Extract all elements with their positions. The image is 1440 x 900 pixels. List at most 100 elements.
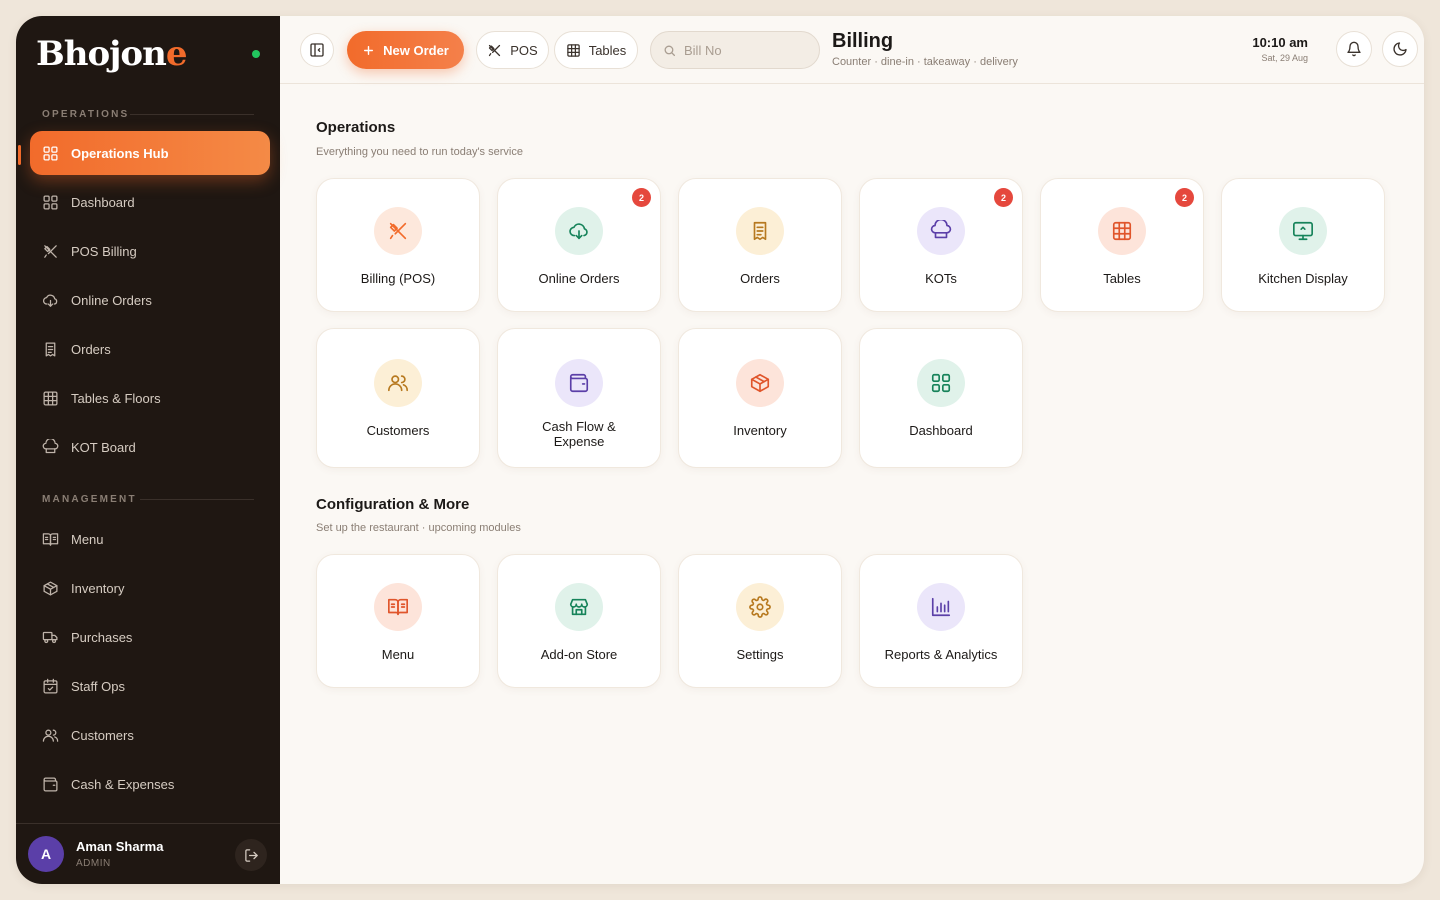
sidebar-item-inventory[interactable]: Inventory xyxy=(30,566,270,610)
page-title: Billing xyxy=(832,30,894,52)
tile-label: Online Orders xyxy=(538,271,620,286)
box-icon xyxy=(43,580,58,596)
tile-icon-wrap xyxy=(736,207,784,255)
tile-billing-pos[interactable]: Billing (POS) xyxy=(316,178,480,312)
grid-icon xyxy=(43,194,58,210)
tile-label: Cash Flow & Expense xyxy=(542,419,616,449)
app-window: Bhojone OPERATIONS Operations Hub Dashboa… xyxy=(16,16,1424,884)
panel-left-icon xyxy=(310,43,324,57)
tile-icon-wrap xyxy=(555,207,603,255)
config-title: Configuration & More xyxy=(316,496,470,513)
tile-label: Customers xyxy=(366,423,430,438)
clock-time: 10:10 am xyxy=(1252,35,1308,50)
new-order-button[interactable]: New Order xyxy=(347,31,464,69)
sidebar-item-label: Inventory xyxy=(71,580,125,596)
sidebar-item-purchases[interactable]: Purchases xyxy=(30,615,270,659)
tile-icon-wrap xyxy=(736,583,784,631)
tile-menu[interactable]: Menu xyxy=(316,554,480,688)
tile-icon-wrap xyxy=(374,359,422,407)
sidebar-item-operations-hub[interactable]: Operations Hub xyxy=(30,131,270,175)
new-order-label: New Order xyxy=(383,42,449,58)
sidebar-item-menu[interactable]: Menu xyxy=(30,517,270,561)
sidebar-item-staff-ops[interactable]: Staff Ops xyxy=(30,664,270,708)
sidebar-item-label: POS Billing xyxy=(71,243,137,259)
logout-icon xyxy=(244,848,258,862)
gear-icon xyxy=(749,596,771,618)
tile-label: Kitchen Display xyxy=(1258,271,1348,286)
bill-search-input[interactable] xyxy=(684,42,804,58)
sidebar-item-label: KOT Board xyxy=(71,439,136,455)
operations-section-label: OPERATIONS xyxy=(42,109,130,120)
tile-label: Reports & Analytics xyxy=(884,647,998,662)
tile-icon-wrap xyxy=(736,359,784,407)
notifications-button[interactable] xyxy=(1336,31,1372,67)
pos-button[interactable]: POS xyxy=(476,31,549,69)
tile-icon-wrap xyxy=(555,359,603,407)
sidebar-item-customers[interactable]: Customers xyxy=(30,713,270,757)
utensils-icon xyxy=(489,44,501,56)
bell-icon xyxy=(1347,41,1361,57)
chef-hat-icon xyxy=(930,220,952,239)
tile-kots[interactable]: KOTs 2 xyxy=(859,178,1023,312)
sidebar-item-label: Cash & Expenses xyxy=(71,776,175,792)
notification-badge: 2 xyxy=(632,188,651,207)
tile-tables[interactable]: Tables 2 xyxy=(1040,178,1204,312)
calendar-icon xyxy=(43,678,58,694)
avatar[interactable]: A xyxy=(28,836,64,872)
tile-cash-flow-expense[interactable]: Cash Flow & Expense xyxy=(497,328,661,468)
sidebar-item-label: Menu xyxy=(71,531,104,547)
sidebar-item-label: Dashboard xyxy=(71,194,135,210)
table-icon xyxy=(1112,221,1132,241)
brand-logo[interactable]: Bhojone xyxy=(36,32,187,76)
tile-inventory[interactable]: Inventory xyxy=(678,328,842,468)
table-icon xyxy=(43,390,58,406)
sidebar-item-online-orders[interactable]: Online Orders xyxy=(30,278,270,322)
tile-kitchen-display[interactable]: Kitchen Display xyxy=(1221,178,1385,312)
tile-settings[interactable]: Settings xyxy=(678,554,842,688)
tables-button[interactable]: Tables xyxy=(554,31,638,69)
sidebar-item-kot-board[interactable]: KOT Board xyxy=(30,425,270,469)
user-role: ADMIN xyxy=(76,858,111,869)
wallet-icon xyxy=(43,776,58,792)
tile-label: Dashboard xyxy=(909,423,973,438)
tile-icon-wrap xyxy=(555,583,603,631)
operations-title: Operations xyxy=(316,119,396,136)
book-icon xyxy=(42,532,59,546)
tile-online-orders[interactable]: Online Orders 2 xyxy=(497,178,661,312)
user-panel: A Aman Sharma ADMIN xyxy=(16,823,280,884)
divider xyxy=(140,499,254,500)
search-icon xyxy=(664,45,676,56)
tile-orders[interactable]: Orders xyxy=(678,178,842,312)
tile-icon-wrap xyxy=(1279,207,1327,255)
sidebar-item-dashboard[interactable]: Dashboard xyxy=(30,180,270,224)
tile-label: KOTs xyxy=(925,271,957,286)
pos-label: POS xyxy=(510,42,538,58)
clock-date: Sat, 29 Aug xyxy=(1261,53,1308,63)
box-icon xyxy=(750,373,770,393)
sidebar-item-cash-expenses[interactable]: Cash & Expenses xyxy=(30,762,270,806)
logout-button[interactable] xyxy=(235,839,267,871)
tile-add-on-store[interactable]: Add-on Store xyxy=(497,554,661,688)
theme-toggle-button[interactable] xyxy=(1382,31,1418,67)
tile-customers[interactable]: Customers xyxy=(316,328,480,468)
tile-reports-analytics[interactable]: Reports & Analytics xyxy=(859,554,1023,688)
tile-label: Add-on Store xyxy=(540,647,618,662)
sidebar: Bhojone OPERATIONS Operations Hub Dashboa… xyxy=(16,16,280,884)
sidebar-toggle-button[interactable] xyxy=(300,33,334,67)
sidebar-item-tables-floors[interactable]: Tables & Floors xyxy=(30,376,270,420)
sidebar-item-pos-billing[interactable]: POS Billing xyxy=(30,229,270,273)
utensils-icon xyxy=(44,244,57,258)
chef-hat-icon xyxy=(42,438,59,453)
tile-icon-wrap xyxy=(374,207,422,255)
sidebar-item-label: Purchases xyxy=(71,629,133,645)
bill-search[interactable] xyxy=(650,31,820,69)
truck-icon xyxy=(42,631,58,643)
tile-label: Inventory xyxy=(733,423,787,438)
tables-label: Tables xyxy=(588,42,627,58)
tile-icon-wrap xyxy=(917,583,965,631)
sidebar-item-orders[interactable]: Orders xyxy=(30,327,270,371)
sidebar-item-label: Operations Hub xyxy=(71,145,169,161)
users-icon xyxy=(42,729,59,742)
notification-badge: 2 xyxy=(1175,188,1194,207)
tile-dashboard[interactable]: Dashboard xyxy=(859,328,1023,468)
